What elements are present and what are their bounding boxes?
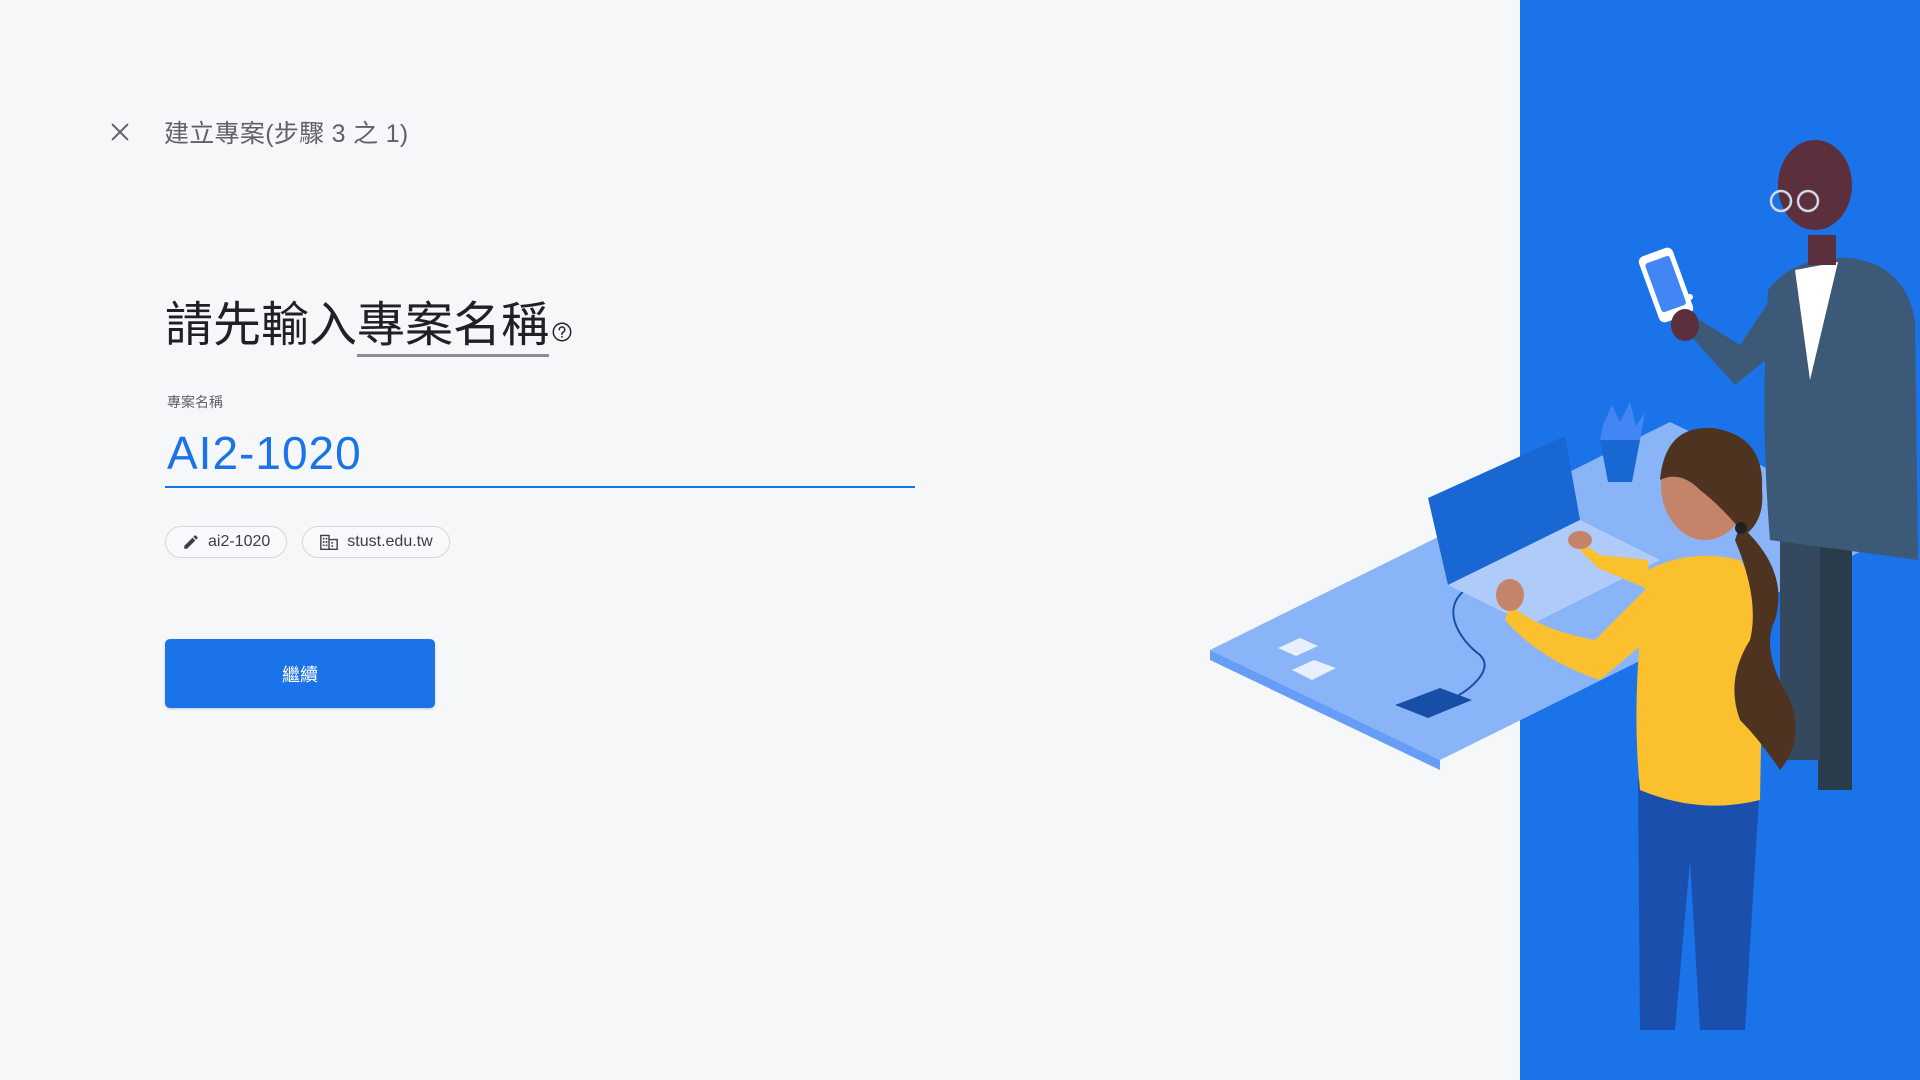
organization-icon [319, 533, 339, 551]
heading-prefix: 請先輸入 [165, 299, 358, 352]
project-chips: ai2-1020 stust.edu.tw [165, 526, 450, 558]
project-name-input[interactable] [165, 412, 915, 488]
help-circle-icon[interactable] [551, 300, 573, 355]
dialog-header: 建立專案(步驟 3 之 1) [104, 110, 409, 154]
project-name-label: 專案名稱 [167, 394, 223, 410]
continue-button[interactable]: 繼續 [165, 639, 435, 708]
heading-term-link[interactable]: 專案名稱 [357, 298, 550, 357]
organization-label: stust.edu.tw [347, 533, 433, 550]
step-title: 建立專案(步驟 3 之 1) [164, 120, 409, 148]
project-id-label: ai2-1020 [208, 533, 271, 550]
close-button[interactable] [104, 116, 136, 148]
organization-chip[interactable]: stust.edu.tw [302, 526, 450, 558]
project-name-field: 專案名稱 [165, 392, 915, 488]
pencil-icon [182, 533, 200, 551]
page-heading: 請先輸入 專案名稱 [165, 298, 573, 357]
workspace-illustration [1210, 140, 1918, 1030]
close-icon [111, 123, 129, 141]
project-id-chip[interactable]: ai2-1020 [165, 526, 288, 558]
